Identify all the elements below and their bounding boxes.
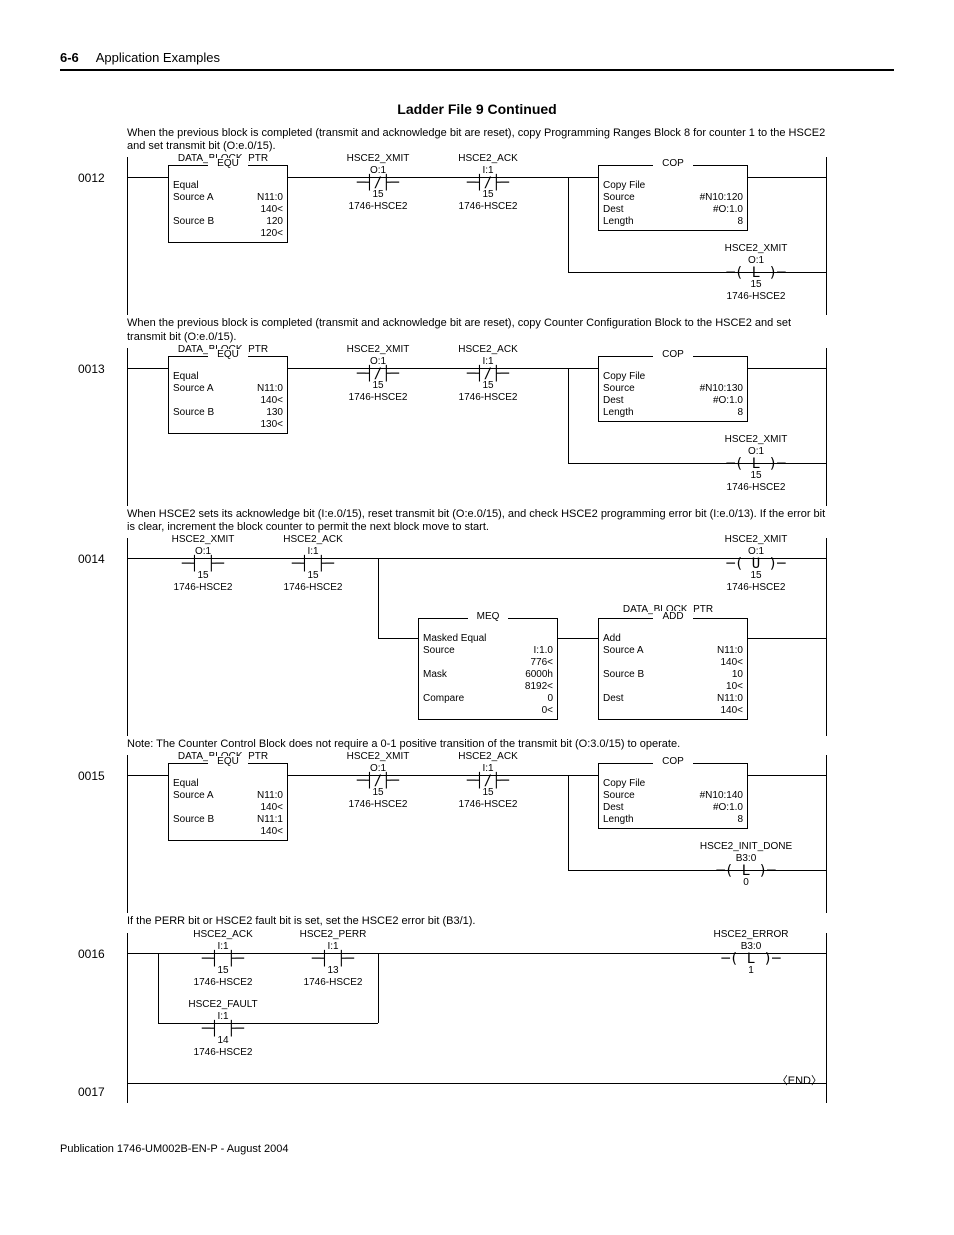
diagram-title: Ladder File 9 Continued: [60, 101, 894, 117]
equ-block: EQU Equal Source AN11:0 140< Source B120…: [168, 165, 288, 243]
xic-contact: HSCE2_FAULTI:1 ─┤ ├─141746-HSCE2: [188, 999, 258, 1059]
end-instruction: 〈END〉: [777, 1075, 822, 1088]
rung-number: 0016: [78, 947, 105, 961]
cop-block: COP Copy File Source#N10:120 Dest#O:1.0 …: [598, 165, 748, 231]
section-title: Application Examples: [96, 50, 220, 65]
rung-0017: 0017 〈END〉: [127, 1071, 827, 1103]
xic-contact: HSCE2_ACKI:1 ─┤ ├─151746-HSCE2: [188, 929, 258, 989]
rung-number: 0014: [78, 552, 105, 566]
xio-contact: HSCE2_ACK I:1 ─┤/├─ 15 1746-HSCE2: [453, 153, 523, 213]
cop-block: COP Copy File Source#N10:130 Dest#O:1.0 …: [598, 356, 748, 422]
latch-coil: HSCE2_XMIT O:1 ─( L )─ 15 1746-HSCE2: [716, 243, 796, 303]
rung-0014: 0014 HSCE2_XMITO:1 ─┤ ├─151746-HSCE2 HSC…: [127, 538, 827, 736]
latch-coil: HSCE2_INIT_DONEB3:0 ─( L )─ 0: [696, 841, 796, 889]
cop-block: COP Copy File Source#N10:140 Dest#O:1.0 …: [598, 763, 748, 829]
rung-comment: Note: The Counter Control Block does not…: [127, 738, 827, 751]
unlatch-coil: HSCE2_XMITO:1 ─( U )─ 151746-HSCE2: [716, 534, 796, 594]
page-header: 6-6 Application Examples: [60, 50, 894, 71]
rung-0013: 0013 DATA_BLOCK_PTR EQU Equal Source AN1…: [127, 348, 827, 506]
xio-contact: HSCE2_XMITO:1 ─┤/├─151746-HSCE2: [343, 751, 413, 811]
page-number: 6-6: [60, 50, 79, 65]
add-block: ADD Add Source AN11:0 140< Source B10 10…: [598, 618, 748, 720]
rung-comment: When the previous block is completed (tr…: [127, 127, 827, 153]
rung-comment: When the previous block is completed (tr…: [127, 317, 827, 343]
publication-footer: Publication 1746-UM002B-EN-P - August 20…: [60, 1143, 894, 1155]
rung-comment: When HSCE2 sets its acknowledge bit (I:e…: [127, 508, 827, 534]
rung-number: 0012: [78, 171, 105, 185]
xio-contact: HSCE2_ACKI:1 ─┤/├─151746-HSCE2: [453, 751, 523, 811]
rung-number: 0017: [78, 1085, 105, 1099]
rung-number: 0015: [78, 769, 105, 783]
latch-coil: HSCE2_XMITO:1 ─( L )─ 151746-HSCE2: [716, 434, 796, 494]
equ-block: EQU Equal Source AN11:0 140< Source BN11…: [168, 763, 288, 841]
xio-contact: HSCE2_ACKI:1 ─┤/├─151746-HSCE2: [453, 344, 523, 404]
ladder-diagram: When the previous block is completed (tr…: [127, 127, 827, 1103]
xic-contact: HSCE2_PERRI:1 ─┤ ├─131746-HSCE2: [298, 929, 368, 989]
xic-contact: HSCE2_XMITO:1 ─┤ ├─151746-HSCE2: [168, 534, 238, 594]
rung-0015: 0015 DATA_BLOCK_PTR EQU Equal Source AN1…: [127, 755, 827, 913]
latch-coil: HSCE2_ERRORB3:0 ─( L )─ 1: [706, 929, 796, 977]
xio-contact: HSCE2_XMIT O:1 ─┤/├─ 15 1746-HSCE2: [343, 153, 413, 213]
rung-comment: If the PERR bit or HSCE2 fault bit is se…: [127, 915, 827, 928]
rung-0012: 0012 DATA_BLOCK_PTR EQU Equal Source AN1…: [127, 157, 827, 315]
meq-block: MEQ Masked Equal SourceI:1.0 776< Mask60…: [418, 618, 558, 720]
xic-contact: HSCE2_ACKI:1 ─┤ ├─151746-HSCE2: [278, 534, 348, 594]
rung-0016: 0016 HSCE2_ACKI:1 ─┤ ├─151746-HSCE2 HSCE…: [127, 933, 827, 1071]
xio-contact: HSCE2_XMITO:1 ─┤/├─151746-HSCE2: [343, 344, 413, 404]
rung-number: 0013: [78, 362, 105, 376]
equ-block: EQU Equal Source AN11:0 140< Source B130…: [168, 356, 288, 434]
